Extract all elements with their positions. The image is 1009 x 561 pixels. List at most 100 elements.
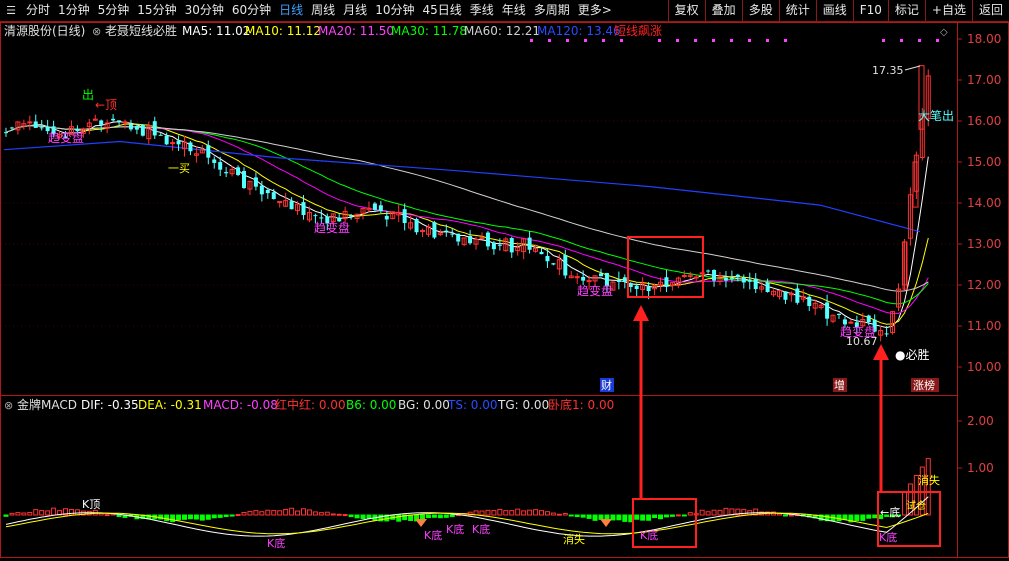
chart-area[interactable]: 清源股份(日线) ⊗ 老聂短线必胜 MA5: 11.02 MA10: 11.12…	[0, 22, 1009, 558]
ma10-label: MA10: 11.12	[245, 24, 321, 38]
ts-label: TS: 0.00	[447, 398, 498, 412]
macd-collapse-icon[interactable]: ⊗	[4, 399, 13, 412]
tab-period-8[interactable]: 月线	[339, 0, 371, 21]
collapse-icon[interactable]: ⊗	[92, 25, 101, 38]
candle-body	[765, 282, 770, 293]
macd-bar	[646, 514, 652, 521]
macd-bar	[104, 514, 110, 517]
tab-period-11[interactable]: 季线	[466, 0, 498, 21]
candle-body	[134, 125, 139, 130]
toolbar-action-5[interactable]: F10	[852, 0, 888, 21]
macd-bar	[449, 514, 455, 518]
macd-bar	[741, 508, 747, 516]
macd-bar	[562, 513, 568, 516]
macd-bar	[580, 514, 586, 518]
candle-body	[277, 201, 283, 204]
macd-bar	[872, 514, 878, 519]
candle-body	[259, 185, 264, 195]
tab-period-9[interactable]: 10分钟	[371, 0, 418, 21]
macd-histogram	[3, 458, 931, 537]
candle-body	[783, 291, 788, 300]
macd-bar	[431, 514, 437, 518]
toolbar-action-8[interactable]: 返回	[971, 0, 1009, 21]
signal-dot	[620, 39, 623, 42]
macd-bar	[509, 510, 515, 516]
tab-period-5[interactable]: 60分钟	[228, 0, 275, 21]
macd-bar	[586, 514, 592, 519]
candle-body	[706, 270, 711, 272]
formula-name: 老聂短线必胜	[105, 23, 177, 38]
dif-label: DIF: -0.35	[81, 398, 139, 412]
yimai-label: 一买	[168, 162, 190, 175]
candle-body	[753, 278, 758, 290]
signal-dots	[530, 39, 939, 42]
macd-bar	[324, 511, 330, 516]
macd-bar	[182, 514, 187, 520]
price-tick-label: 12.00	[967, 278, 1001, 292]
tab-period-10[interactable]: 45日线	[418, 0, 465, 21]
diamond-signal-icon	[415, 519, 427, 527]
macd-bar	[366, 514, 372, 519]
candle-body	[634, 285, 639, 289]
xiaoshi-label: 消失	[563, 532, 585, 546]
candle-body	[468, 235, 473, 244]
tab-period-4[interactable]: 30分钟	[181, 0, 228, 21]
ma60-label: MA60: 12.21	[464, 24, 540, 38]
tab-period-7[interactable]: 周线	[307, 0, 339, 21]
macd-bar	[330, 513, 336, 516]
k-ding-label: K顶	[82, 498, 100, 511]
diamond-icon[interactable]: ◇	[940, 27, 948, 38]
price-tick-label: 15.00	[967, 155, 1001, 169]
toolbar-action-4[interactable]: 画线	[815, 0, 853, 21]
macd-bar	[681, 514, 687, 517]
tab-period-14[interactable]: 更多>	[574, 0, 616, 21]
price-tick-label: 10.00	[967, 360, 1001, 374]
candle-body	[99, 120, 104, 125]
candle-body	[372, 203, 377, 210]
candle-body	[164, 135, 169, 145]
candle-body	[807, 296, 812, 307]
tab-period-1[interactable]: 1分钟	[54, 0, 94, 21]
tab-period-6[interactable]: 日线	[275, 0, 307, 21]
macd-bar	[539, 510, 544, 516]
tab-period-0[interactable]: 分时	[22, 0, 54, 21]
ma30-line	[5, 125, 929, 305]
macd-tick-label: 1.00	[967, 461, 994, 475]
candle-body	[152, 121, 157, 136]
candle-body	[242, 171, 246, 188]
toolbar-action-0[interactable]: 复权	[667, 0, 705, 21]
candle-body	[158, 134, 163, 136]
macd-bar	[782, 514, 788, 517]
macd-bar	[527, 509, 533, 516]
toolbar-action-3[interactable]: 统计	[778, 0, 816, 21]
candle-body	[271, 192, 276, 200]
kline-chart[interactable]: 清源股份(日线) ⊗ 老聂短线必胜 MA5: 11.02 MA10: 11.12…	[0, 22, 1009, 558]
candle-body	[218, 162, 223, 170]
ma60-line	[5, 125, 929, 292]
macd-bar	[306, 509, 312, 516]
macd-bar	[318, 512, 324, 516]
candle-body	[622, 277, 627, 282]
toolbar-actions: 复权 叠加 多股 统计 画线 F10 标记 +自选 返回	[667, 0, 1009, 21]
tab-period-2[interactable]: 5分钟	[94, 0, 134, 21]
signal-dot	[712, 39, 715, 42]
toolbar-action-1[interactable]: 叠加	[704, 0, 742, 21]
signal-dot	[676, 39, 679, 42]
candle-body	[444, 230, 449, 232]
macd-bar	[723, 507, 729, 516]
tab-period-3[interactable]: 15分钟	[133, 0, 180, 21]
macd-bar	[574, 514, 580, 518]
menu-icon[interactable]: ☰	[4, 4, 18, 18]
toolbar: ☰ 分时 1分钟 5分钟 15分钟 30分钟 60分钟 日线 周线 月线 10分钟 45日线 季线 年线…	[0, 0, 1009, 22]
candle-body	[741, 277, 746, 283]
toolbar-action-6[interactable]: 标记	[887, 0, 925, 21]
macd-bar	[27, 511, 33, 516]
macd-bar	[479, 510, 485, 516]
k-di-label: K底	[267, 536, 285, 550]
candle-body	[681, 275, 687, 278]
candle-body	[313, 215, 318, 217]
tab-period-13[interactable]: 多周期	[530, 0, 574, 21]
toolbar-action-7[interactable]: +自选	[924, 0, 972, 21]
tab-period-12[interactable]: 年线	[498, 0, 530, 21]
toolbar-action-2[interactable]: 多股	[741, 0, 779, 21]
